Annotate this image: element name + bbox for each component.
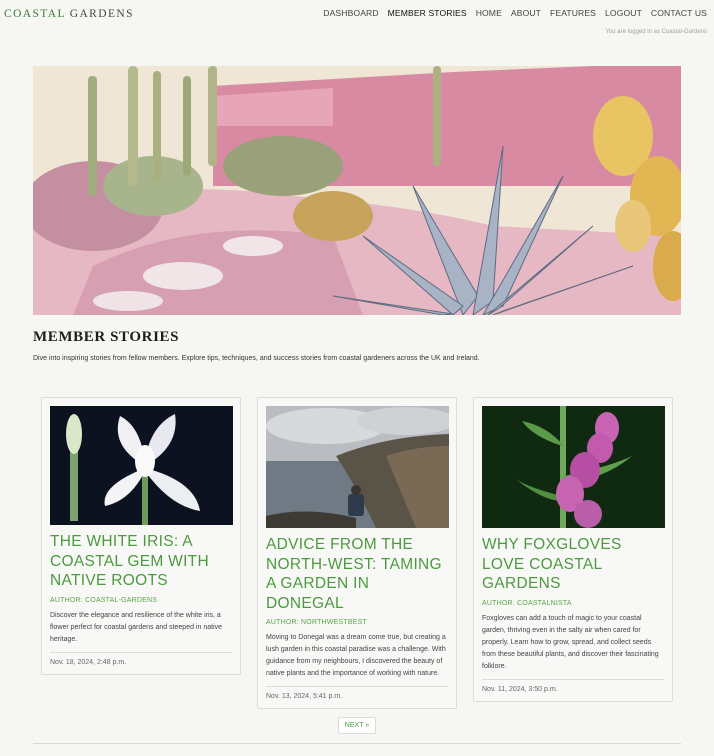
hero-garden-illustration <box>33 66 681 315</box>
page-intro: Dive into inspiring stories from fellow … <box>33 355 480 362</box>
foxglove-image[interactable] <box>482 406 665 528</box>
story-author: AUTHOR: COASTALNISTA <box>482 599 572 607</box>
story-card[interactable]: ADVICE FROM THE NORTH-WEST: TAMING A GAR… <box>257 397 457 709</box>
card-divider <box>266 686 448 687</box>
story-card[interactable]: THE WHITE IRIS: A COASTAL GEM WITH NATIV… <box>41 397 241 675</box>
story-date: Nov. 13, 2024, 5:41 p.m. <box>266 693 343 700</box>
nav-about[interactable]: ABOUT <box>511 8 541 18</box>
story-excerpt: Foxgloves can add a touch of magic to yo… <box>482 614 659 670</box>
donegal-coast-image[interactable] <box>266 406 449 528</box>
story-card[interactable]: WHY FOXGLOVES LOVE COASTAL GARDENS AUTHO… <box>473 397 673 702</box>
story-date: Nov. 11, 2024, 3:50 p.m. <box>482 685 558 693</box>
nav-member-stories[interactable]: MEMBER STORIES <box>388 8 467 18</box>
brand-part-gardens: GARDENS <box>69 8 134 20</box>
footer-divider <box>33 743 681 744</box>
card-divider <box>50 651 232 653</box>
story-title[interactable]: THE WHITE IRIS: A COASTAL GEM WITH NATIV… <box>50 532 232 591</box>
white-iris-image[interactable] <box>50 406 233 525</box>
brand-part-coastal: COASTAL <box>4 8 66 20</box>
story-excerpt: Discover the elegance and resilience of … <box>50 611 222 643</box>
nav-features[interactable]: FEATURES <box>550 8 596 18</box>
story-title[interactable]: ADVICE FROM THE NORTH-WEST: TAMING A GAR… <box>266 535 448 613</box>
page-title: MEMBER STORIES <box>33 329 180 345</box>
story-author: AUTHOR: NORTHWESTBEST <box>266 619 367 626</box>
story-excerpt: Moving to Donegal was a dream come true,… <box>266 634 446 677</box>
logged-in-status: You are logged in as Coastal-Gardens <box>605 29 707 35</box>
site-logo[interactable]: COASTAL GARDENS <box>4 8 134 20</box>
next-page-button[interactable]: NEXT » <box>338 717 376 734</box>
nav-logout[interactable]: LOGOUT <box>605 8 642 18</box>
story-author: AUTHOR: COASTAL-GARDENS <box>50 596 158 604</box>
main-nav: DASHBOARD MEMBER STORIES HOME ABOUT FEAT… <box>323 8 707 18</box>
nav-contact-us[interactable]: CONTACT US <box>651 8 707 18</box>
nav-dashboard[interactable]: DASHBOARD <box>323 8 378 18</box>
card-divider <box>482 678 664 680</box>
story-title[interactable]: WHY FOXGLOVES LOVE COASTAL GARDENS <box>482 535 664 594</box>
story-date: Nov. 18, 2024, 2:48 p.m. <box>50 658 127 666</box>
nav-home[interactable]: HOME <box>476 8 502 18</box>
